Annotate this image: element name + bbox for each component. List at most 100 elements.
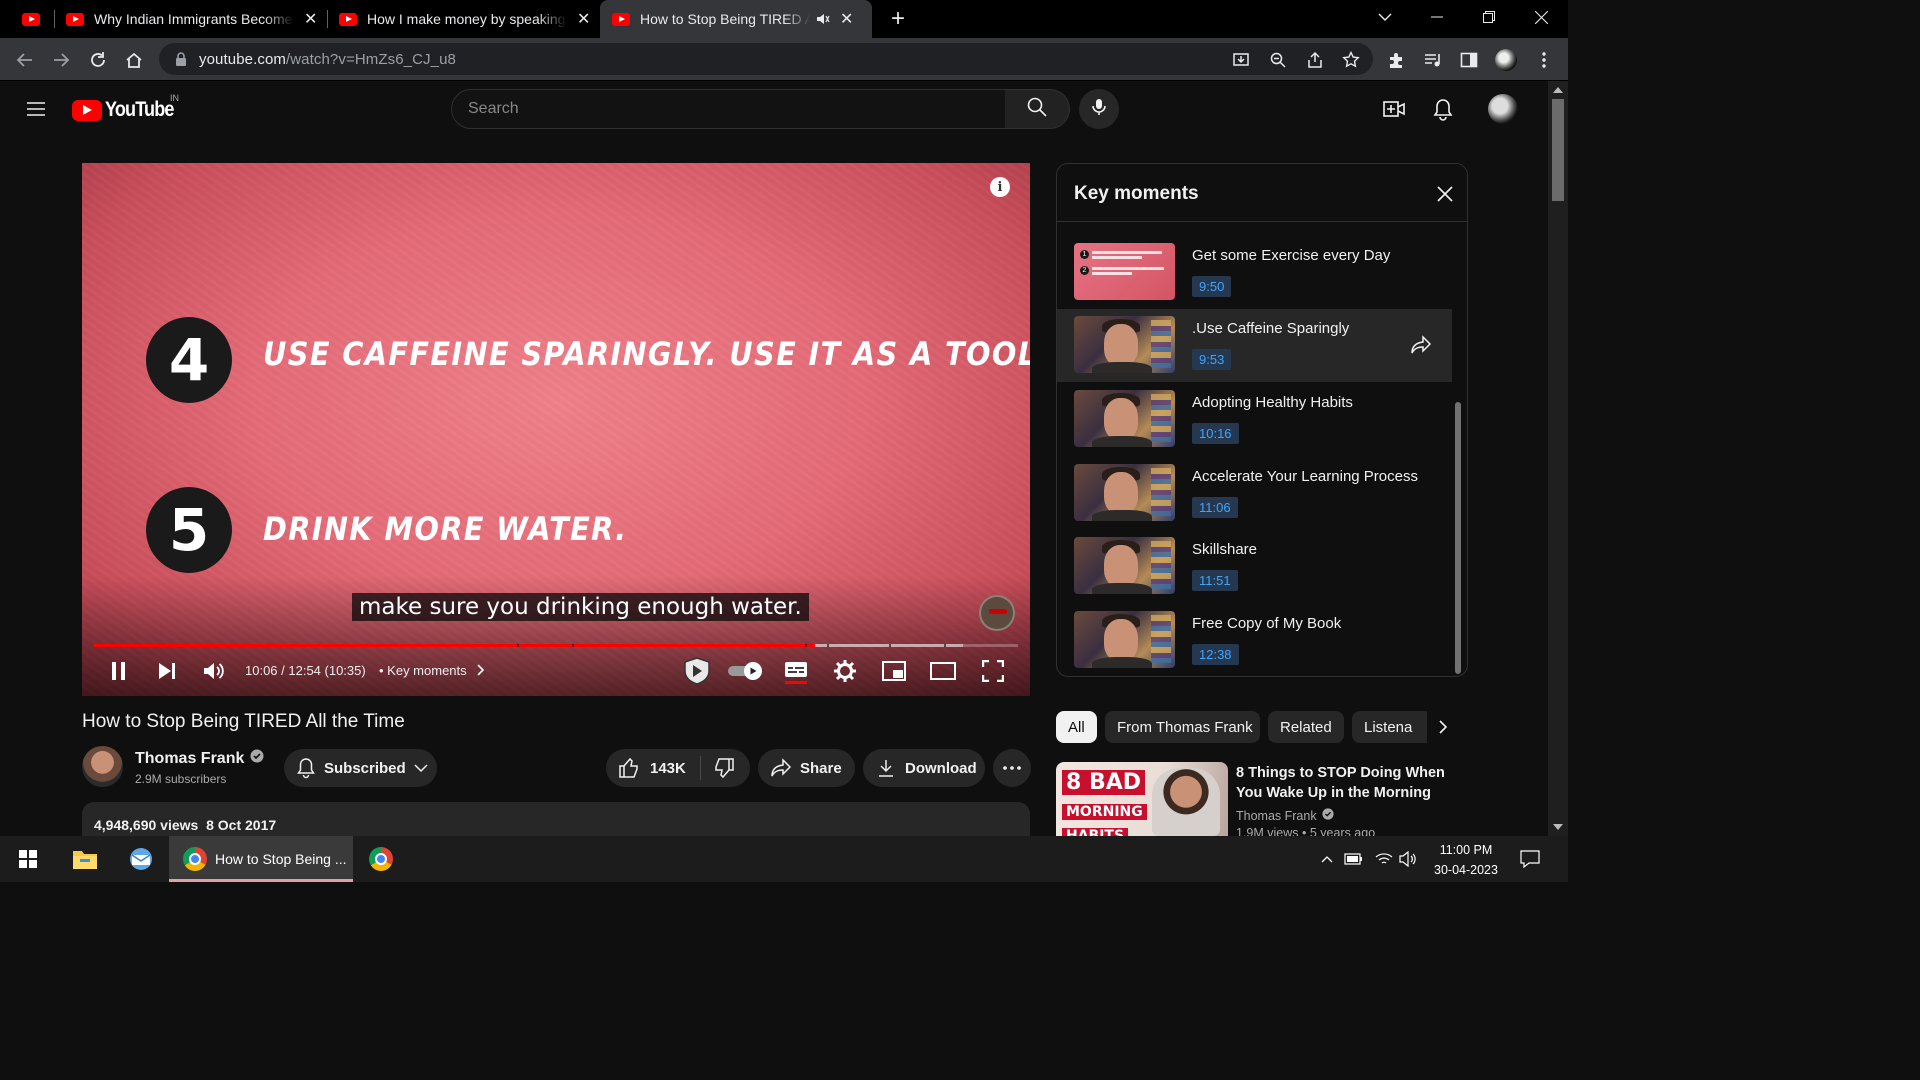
key-moment-timestamp[interactable]: 11:06 (1192, 497, 1238, 518)
scroll-down-arrow-icon[interactable] (1553, 824, 1563, 830)
profile-avatar[interactable] (1495, 49, 1517, 71)
start-button[interactable] (8, 836, 48, 882)
bookmark-star-icon[interactable] (1341, 50, 1361, 70)
browser-menu-icon[interactable] (1533, 49, 1555, 71)
subscribed-button[interactable]: Subscribed (284, 749, 437, 787)
sponsorblock-button[interactable] (680, 656, 714, 686)
tab-money-speaking[interactable]: How I make money by speaking ✕ (339, 0, 597, 38)
youtube-favicon-icon (66, 12, 84, 26)
page-scrollbar[interactable] (1548, 81, 1568, 836)
tab-close-icon[interactable]: ✕ (304, 9, 317, 29)
settings-button[interactable] (832, 656, 858, 686)
install-app-icon[interactable] (1231, 50, 1251, 70)
address-bar[interactable]: youtube.com/watch?v=HmZs6_CJ_u8 (159, 43, 1373, 75)
system-clock[interactable]: 11:00 PM 30-04-2023 (1428, 840, 1504, 880)
autoplay-toggle[interactable] (725, 656, 765, 686)
info-icon[interactable]: i (990, 177, 1010, 197)
hamburger-menu-icon[interactable] (24, 97, 48, 121)
subtitles-button[interactable] (782, 656, 810, 686)
scroll-up-arrow-icon[interactable] (1553, 87, 1563, 93)
wifi-icon[interactable] (1372, 836, 1396, 882)
chip-from-thomas-frank[interactable]: From Thomas Frank (1105, 711, 1260, 743)
fullscreen-button[interactable] (979, 656, 1007, 686)
taskbar-chrome-running[interactable]: How to Stop Being ... (169, 836, 353, 882)
related-video-thumbnail[interactable]: 8 BAD MORNING HABITS (1056, 762, 1228, 836)
dislike-button[interactable] (701, 749, 735, 787)
key-moment-timestamp[interactable]: 9:53 (1192, 349, 1232, 370)
key-moment-timestamp[interactable]: 9:50 (1192, 276, 1232, 297)
notification-center-icon[interactable] (1516, 836, 1544, 882)
chapter-title-button[interactable]: • Key moments (379, 663, 486, 678)
extensions-puzzle-icon[interactable] (1386, 49, 1408, 71)
scrollbar-thumb[interactable] (1552, 99, 1564, 201)
tab-close-icon[interactable]: ✕ (577, 9, 590, 29)
search-input[interactable] (468, 100, 968, 118)
youtube-logo[interactable]: YouTube IN (72, 93, 185, 122)
side-panel-icon[interactable] (1458, 49, 1480, 71)
related-video-title[interactable]: 8 Things to STOP Doing When You Wake Up … (1236, 763, 1456, 803)
tab-indian-immigrants[interactable]: Why Indian Immigrants Become ✕ (66, 0, 324, 38)
share-button[interactable]: Share (758, 749, 855, 787)
key-moment-timestamp[interactable]: 12:38 (1192, 644, 1239, 665)
key-moment-timestamp[interactable]: 10:16 (1192, 423, 1239, 444)
channel-name-link[interactable]: Thomas Frank (135, 749, 264, 768)
battery-icon[interactable] (1342, 836, 1366, 882)
file-explorer-icon[interactable] (64, 836, 106, 882)
tab-active-stop-being-tired[interactable]: How to Stop Being TIRED All ✕ (600, 0, 872, 38)
pause-button[interactable] (104, 656, 134, 686)
like-button[interactable]: 143K (606, 749, 700, 787)
close-window-icon[interactable] (1518, 0, 1564, 34)
notifications-bell-icon[interactable] (1431, 97, 1455, 121)
voice-search-button[interactable] (1079, 89, 1119, 129)
share-page-icon[interactable] (1305, 50, 1325, 70)
next-video-button[interactable] (152, 656, 182, 686)
download-button[interactable]: Download (863, 749, 985, 787)
key-moment-timestamp[interactable]: 11:51 (1192, 570, 1238, 591)
show-hidden-icons-chevron-icon[interactable] (1316, 836, 1338, 882)
tab-pinned-youtube[interactable] (22, 0, 52, 38)
key-moment-item-active[interactable]: .Use Caffeine Sparingly 9:53 (1057, 309, 1452, 382)
account-avatar[interactable] (1488, 94, 1518, 124)
chips-next-chevron-icon[interactable] (1432, 716, 1454, 738)
volume-button[interactable] (199, 656, 229, 686)
key-moment-item[interactable]: Free Copy of My Book 12:38 (1057, 604, 1452, 676)
more-actions-button[interactable] (993, 749, 1031, 787)
url-text[interactable]: youtube.com/watch?v=HmZs6_CJ_u8 (199, 51, 456, 68)
key-moment-item[interactable]: 1 2 Get some Exercise every Day 9:50 (1057, 236, 1452, 309)
home-icon[interactable] (121, 47, 147, 73)
chrome-profile-2[interactable] (364, 836, 398, 882)
restore-icon[interactable] (1466, 0, 1512, 34)
tab-close-icon[interactable]: ✕ (840, 9, 853, 29)
zoom-icon[interactable] (1268, 50, 1288, 70)
progress-bar[interactable] (94, 644, 1018, 647)
thumbnail-person (1152, 768, 1220, 836)
key-moment-item[interactable]: Skillshare 11:51 (1057, 530, 1452, 603)
tab-audio-icon[interactable] (816, 12, 830, 26)
key-moment-item[interactable]: Accelerate Your Learning Process 11:06 (1057, 457, 1452, 530)
tab-search-icon[interactable] (1362, 0, 1408, 34)
back-arrow-icon[interactable] (12, 47, 38, 73)
speaker-icon[interactable] (1396, 836, 1420, 882)
share-arrow-icon[interactable] (1410, 334, 1432, 356)
channel-watermark[interactable] (979, 595, 1015, 631)
miniplayer-button[interactable] (880, 656, 908, 686)
minimize-icon[interactable] (1414, 0, 1460, 34)
chip-all[interactable]: All (1056, 711, 1097, 743)
mail-icon[interactable] (120, 836, 162, 882)
new-tab-button[interactable]: + (886, 0, 910, 38)
search-button[interactable] (1005, 89, 1070, 129)
theater-mode-button[interactable] (928, 656, 958, 686)
create-video-icon[interactable] (1382, 97, 1406, 121)
forward-arrow-icon[interactable] (48, 47, 74, 73)
media-control-icon[interactable] (1422, 49, 1444, 71)
reload-icon[interactable] (85, 47, 111, 73)
lock-icon[interactable] (173, 51, 189, 67)
close-icon[interactable] (1433, 182, 1457, 206)
chip-listenable[interactable]: Listena (1352, 711, 1427, 743)
key-moments-scrollbar[interactable] (1455, 402, 1461, 674)
video-player[interactable]: 4 USE CAFFEINE SPARINGLY. USE IT AS A TO… (82, 163, 1030, 696)
key-moment-item[interactable]: Adopting Healthy Habits 10:16 (1057, 383, 1452, 456)
channel-avatar[interactable] (82, 746, 123, 787)
related-channel[interactable]: Thomas Frank (1236, 808, 1334, 823)
chip-related[interactable]: Related (1268, 711, 1344, 743)
